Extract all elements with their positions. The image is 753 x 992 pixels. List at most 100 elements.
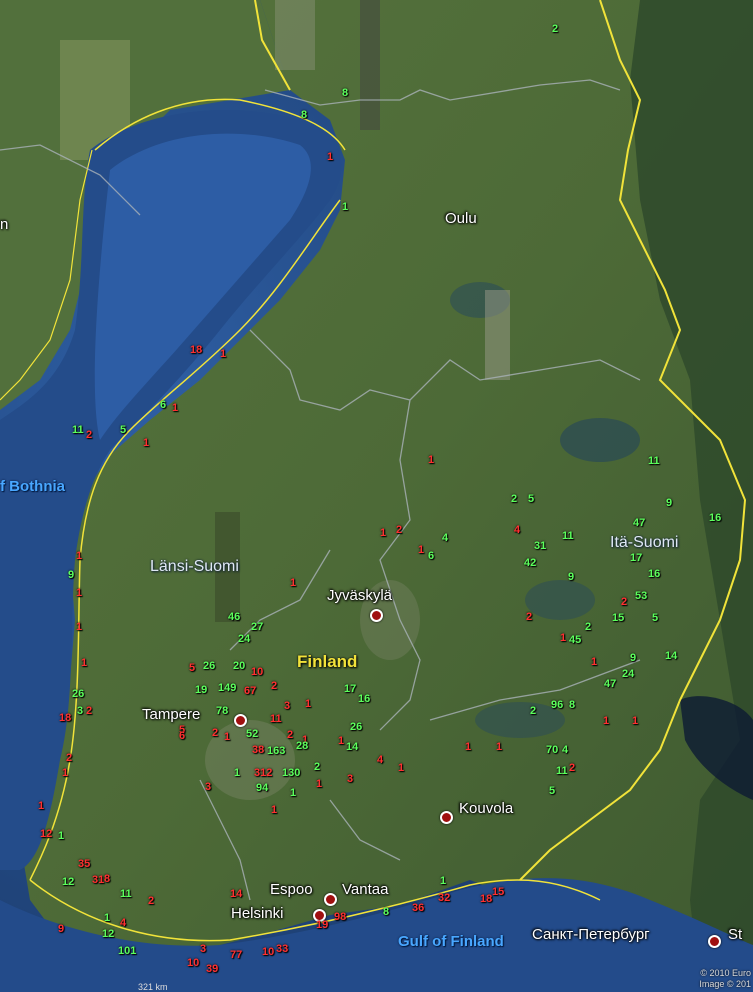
data-marker-red[interactable]: 2: [86, 706, 92, 717]
data-marker-red[interactable]: 1: [465, 742, 471, 753]
data-marker-green[interactable]: 101: [118, 946, 136, 957]
data-marker-green[interactable]: 26: [350, 722, 362, 733]
place-label-oulu[interactable]: Oulu: [445, 210, 477, 227]
data-marker-red[interactable]: 2: [569, 763, 575, 774]
data-marker-green[interactable]: 5: [120, 425, 126, 436]
city-marker-kouvola[interactable]: [440, 811, 453, 824]
data-marker-green[interactable]: 53: [635, 591, 647, 602]
data-marker-green[interactable]: 3: [77, 706, 83, 717]
data-marker-red[interactable]: 67: [244, 686, 256, 697]
data-marker-green[interactable]: 11: [120, 889, 132, 900]
data-marker-green[interactable]: 1: [234, 768, 240, 779]
region-label-ita-suomi[interactable]: Itä-Suomi: [610, 534, 678, 552]
region-label-lansi-suomi[interactable]: Länsi-Suomi: [150, 558, 239, 576]
data-marker-green[interactable]: 70: [546, 745, 558, 756]
data-marker-red[interactable]: 9: [58, 924, 64, 935]
data-marker-red[interactable]: 2: [621, 597, 627, 608]
data-marker-green[interactable]: 24: [238, 634, 250, 645]
data-marker-green[interactable]: 11: [562, 531, 574, 542]
data-marker-red[interactable]: 2: [66, 753, 72, 764]
water-label-gulf-of-finland[interactable]: Gulf of Finland: [398, 933, 504, 950]
data-marker-green[interactable]: 2: [511, 494, 517, 505]
data-marker-green[interactable]: 1: [58, 831, 64, 842]
data-marker-green[interactable]: 4: [562, 745, 568, 756]
data-marker-red[interactable]: 12: [40, 829, 52, 840]
data-marker-red[interactable]: 2: [148, 896, 154, 907]
data-marker-red[interactable]: 1: [316, 779, 322, 790]
data-marker-green[interactable]: 9: [666, 498, 672, 509]
data-marker-red[interactable]: 15: [492, 887, 504, 898]
data-marker-red[interactable]: 35: [78, 859, 90, 870]
data-marker-red[interactable]: 1: [338, 736, 344, 747]
data-marker-red[interactable]: 1: [305, 699, 311, 710]
data-marker-green[interactable]: 1: [104, 913, 110, 924]
city-marker-tampere[interactable]: [234, 714, 247, 727]
data-marker-green[interactable]: 19: [195, 685, 207, 696]
country-label-finland[interactable]: Finland: [297, 652, 357, 672]
data-marker-red[interactable]: 1: [560, 633, 566, 644]
data-marker-red[interactable]: 4: [377, 755, 383, 766]
data-marker-green[interactable]: 26: [72, 689, 84, 700]
data-marker-green[interactable]: 5: [652, 613, 658, 624]
data-marker-green[interactable]: 6: [428, 551, 434, 562]
data-marker-green[interactable]: 31: [534, 541, 546, 552]
data-marker-red[interactable]: 1: [76, 622, 82, 633]
data-marker-red[interactable]: 5: [189, 663, 195, 674]
data-marker-green[interactable]: 2: [530, 706, 536, 717]
data-marker-red[interactable]: 6: [179, 731, 185, 742]
data-marker-green[interactable]: 4: [442, 533, 448, 544]
data-marker-red[interactable]: 1: [290, 578, 296, 589]
data-marker-red[interactable]: 312: [254, 768, 272, 779]
data-marker-red[interactable]: 1: [271, 805, 277, 816]
data-marker-red[interactable]: 4: [120, 918, 126, 929]
data-marker-red[interactable]: 1: [398, 763, 404, 774]
data-marker-green[interactable]: 94: [256, 783, 268, 794]
data-marker-green[interactable]: 16: [709, 513, 721, 524]
data-marker-red[interactable]: 2: [271, 681, 277, 692]
data-marker-green[interactable]: 8: [342, 88, 348, 99]
data-marker-green[interactable]: 96: [551, 700, 563, 711]
data-marker-green[interactable]: 14: [665, 651, 677, 662]
data-marker-red[interactable]: 39: [206, 964, 218, 975]
place-label-kouvola[interactable]: Kouvola: [459, 800, 513, 817]
data-marker-green[interactable]: 2: [314, 762, 320, 773]
data-marker-red[interactable]: 1: [62, 768, 68, 779]
data-marker-red[interactable]: 1: [418, 545, 424, 556]
data-marker-red[interactable]: 1: [38, 801, 44, 812]
data-marker-red[interactable]: 38: [252, 745, 264, 756]
data-marker-red[interactable]: 18: [190, 345, 202, 356]
data-marker-green[interactable]: 78: [216, 706, 228, 717]
data-marker-red[interactable]: 1: [224, 732, 230, 743]
data-marker-red[interactable]: 2: [396, 525, 402, 536]
data-marker-red[interactable]: 36: [412, 903, 424, 914]
data-marker-red[interactable]: 1: [591, 657, 597, 668]
data-marker-red[interactable]: 3: [200, 944, 206, 955]
data-marker-red[interactable]: 2: [526, 612, 532, 623]
place-label-st-petersburg[interactable]: Санкт-Петербург: [532, 926, 650, 943]
data-marker-red[interactable]: 11: [270, 714, 282, 725]
data-marker-red[interactable]: 19: [316, 920, 328, 931]
data-marker-red[interactable]: 8: [104, 874, 110, 885]
data-marker-green[interactable]: 9: [568, 572, 574, 583]
data-marker-red[interactable]: 1: [76, 551, 82, 562]
data-marker-red[interactable]: 1: [81, 658, 87, 669]
data-marker-green[interactable]: 17: [630, 553, 642, 564]
data-marker-green[interactable]: 28: [296, 741, 308, 752]
map-view[interactable]: Oulu n Länsi-Suomi Itä-Suomi Finland Jyv…: [0, 0, 753, 992]
data-marker-red[interactable]: 2: [287, 730, 293, 741]
data-marker-red[interactable]: 33: [276, 944, 288, 955]
place-label-helsinki[interactable]: Helsinki: [231, 905, 284, 922]
data-marker-green[interactable]: 6: [160, 400, 166, 411]
data-marker-green[interactable]: 2: [552, 24, 558, 35]
data-marker-red[interactable]: 18: [59, 713, 71, 724]
data-marker-green[interactable]: 149: [218, 683, 236, 694]
data-marker-green[interactable]: 163: [267, 746, 285, 757]
data-marker-red[interactable]: 10: [251, 667, 263, 678]
data-marker-green[interactable]: 1: [290, 788, 296, 799]
data-marker-green[interactable]: 130: [282, 768, 300, 779]
data-marker-green[interactable]: 9: [630, 653, 636, 664]
place-label-espoo[interactable]: Espoo: [270, 881, 313, 898]
data-marker-green[interactable]: 46: [228, 612, 240, 623]
data-marker-green[interactable]: 12: [62, 877, 74, 888]
data-marker-green[interactable]: 8: [569, 700, 575, 711]
